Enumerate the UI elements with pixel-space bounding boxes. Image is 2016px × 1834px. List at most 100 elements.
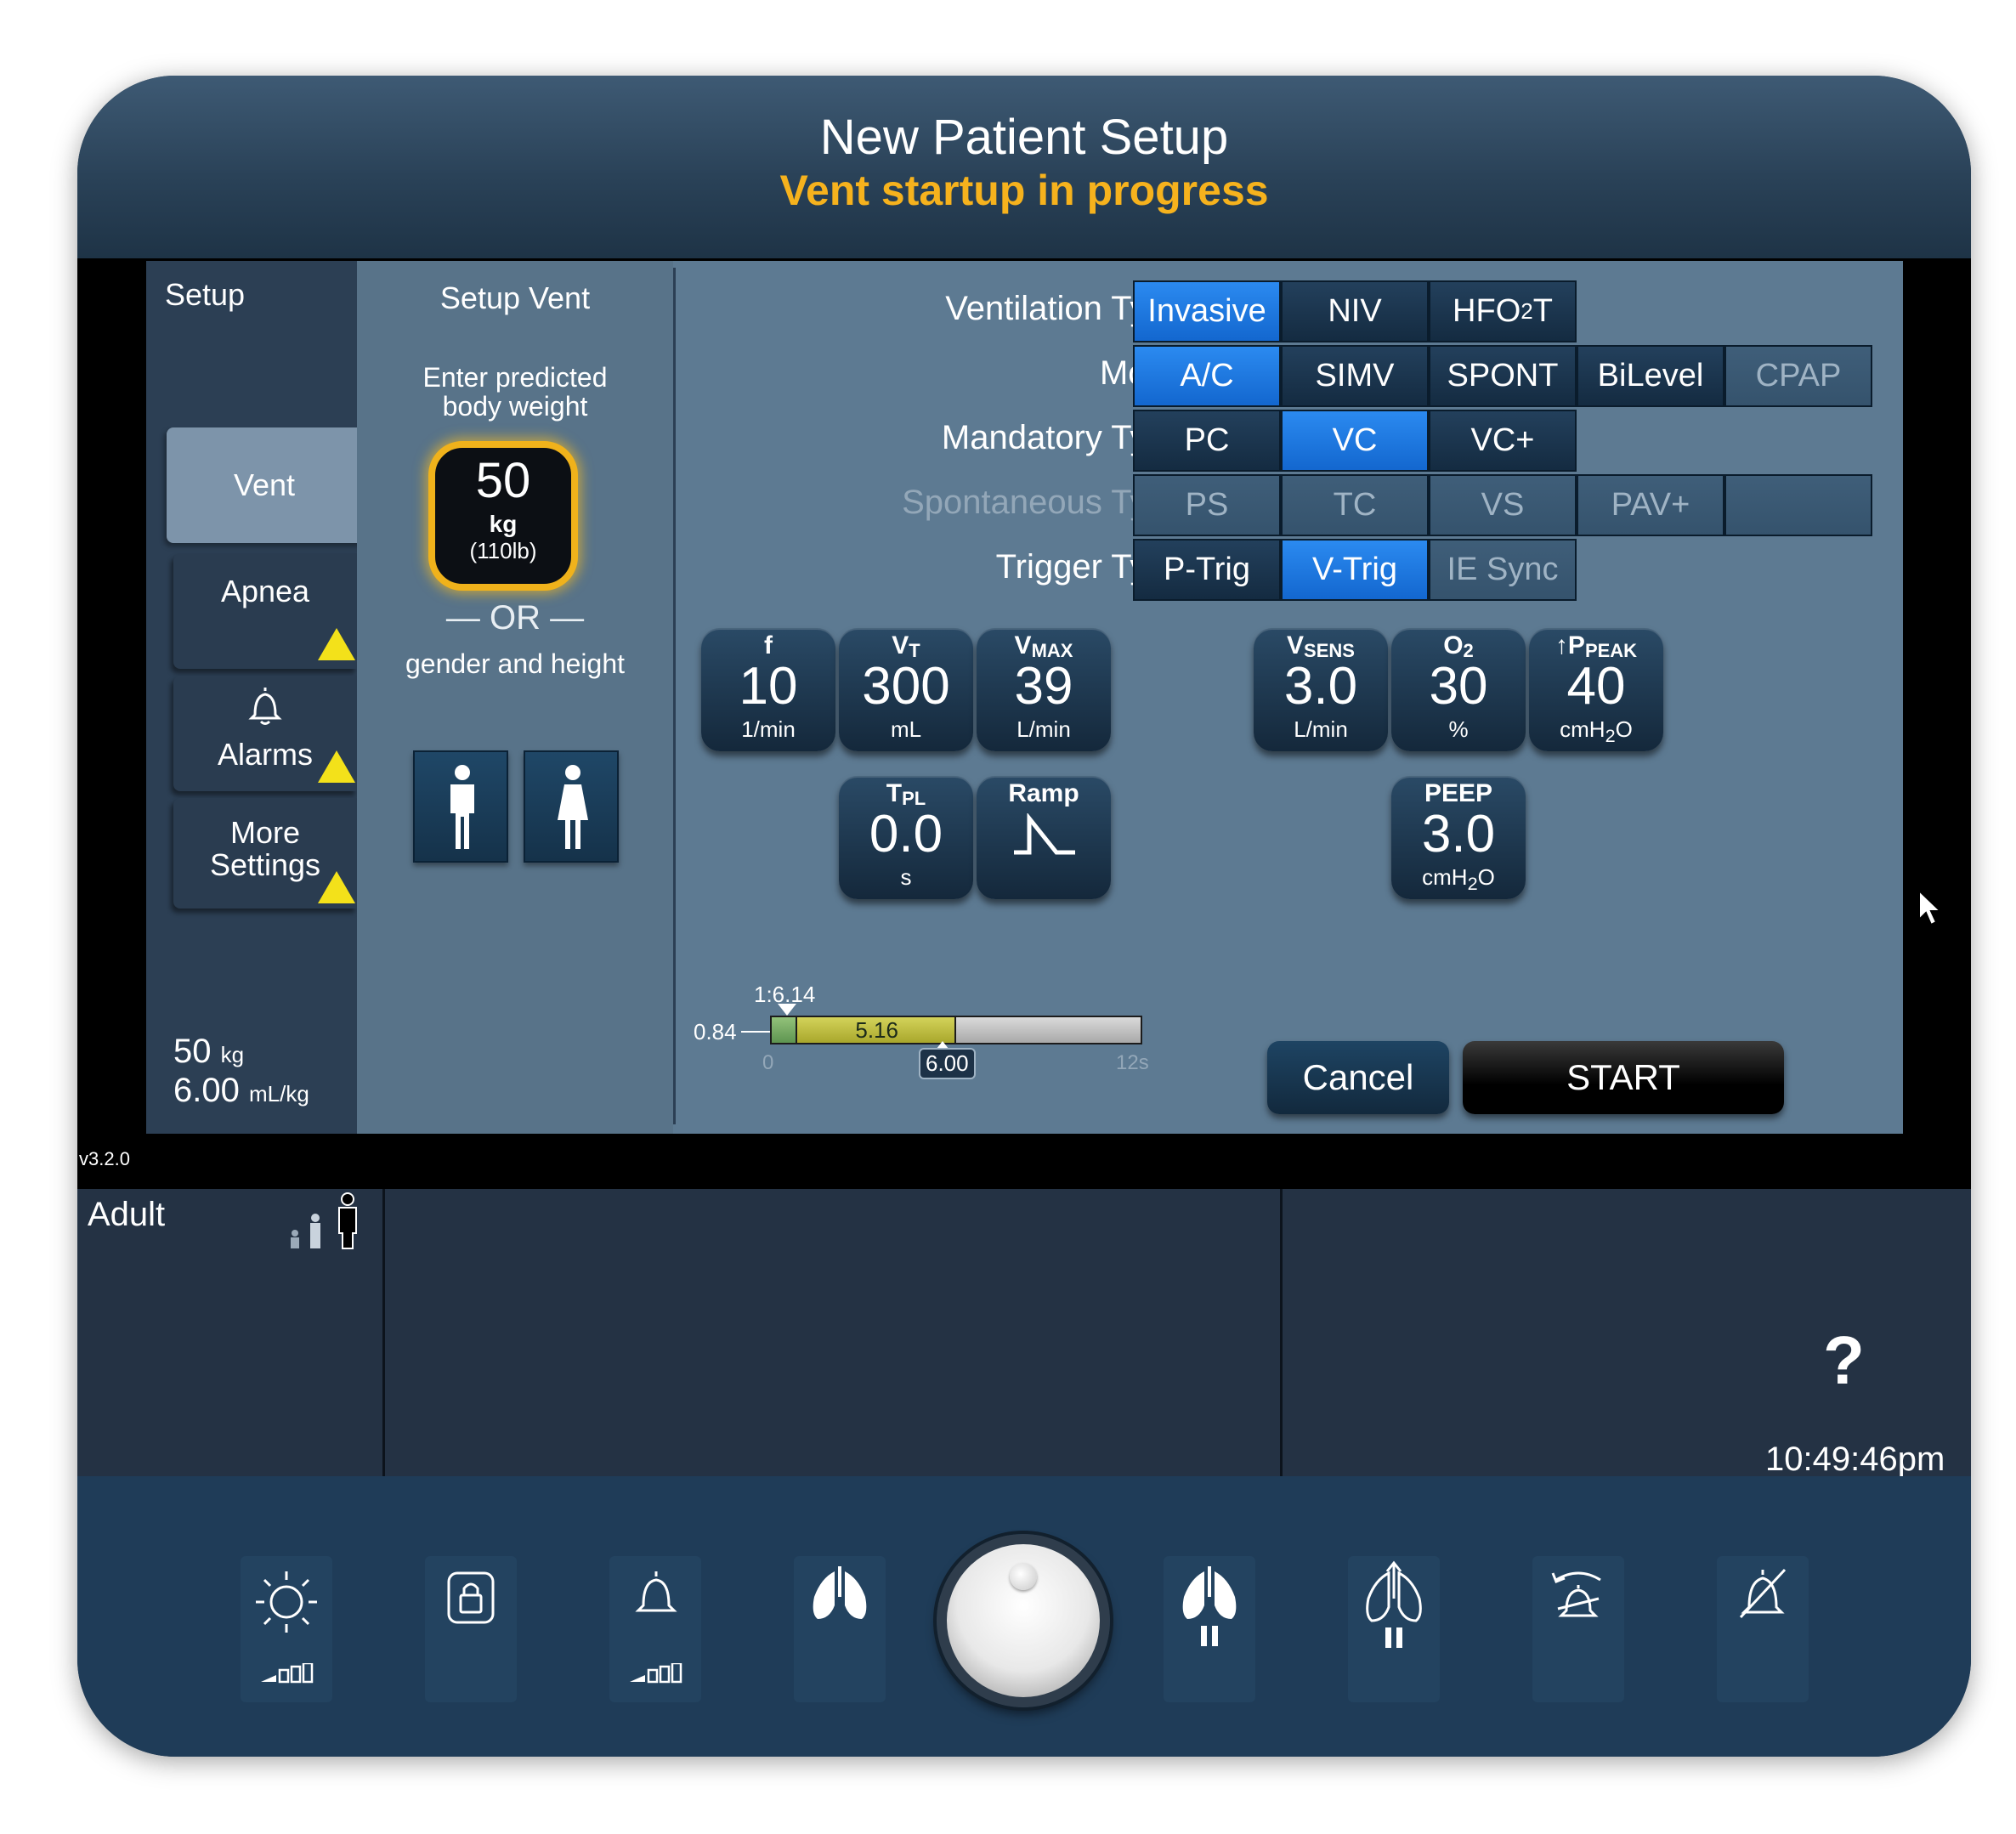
vt-per-kg-value: 6.00 [173,1072,240,1109]
ventilator-frame: New Patient Setup Vent startup in progre… [77,76,1971,1757]
mandatory-vcplus[interactable]: VC+ [1429,410,1577,472]
mandatory-vc[interactable]: VC [1281,410,1429,472]
inspiratory-pause-button[interactable] [1164,1556,1255,1702]
gender-height-label: gender and height [405,648,625,679]
spont-empty [1724,474,1872,536]
setting-o2[interactable]: O2 30 % [1391,628,1526,751]
cancel-button[interactable]: Cancel [1267,1041,1449,1114]
header: New Patient Setup Vent startup in progre… [77,76,1971,258]
vt-per-kg-unit: mL/kg [248,1081,309,1107]
alarm-reset-button[interactable] [1532,1556,1624,1702]
trigger-iesync[interactable]: IE Sync [1429,539,1577,601]
setup-vent-panel: Setup Vent Enter predicted body weight 5… [357,261,673,1134]
mode-cpap[interactable]: CPAP [1724,345,1872,407]
warning-icon [318,750,355,783]
exp-time: 5.16 [855,1017,898,1043]
trigger-vtrig[interactable]: V-Trig [1281,539,1429,601]
setting-f-value: 10 [739,657,798,716]
patient-category-icon [291,1192,357,1249]
pbw-knob[interactable]: 50 kg (110lb) [428,441,578,591]
vent-type-hfo2t[interactable]: HFO 2 T [1429,280,1577,342]
setting-ramp-label: Ramp [1008,779,1079,807]
mandatory-pc[interactable]: PC [1133,410,1281,472]
setting-peep-unit: cmH2O [1422,864,1495,895]
status-subtitle: Vent startup in progress [779,167,1269,214]
setting-tpl-unit: s [900,864,912,890]
female-button[interactable] [524,750,619,863]
brightness-button[interactable] [241,1556,332,1702]
insp-leader-line [741,1031,772,1033]
spont-tc[interactable]: TC [1281,474,1429,536]
ratio-marker-icon [778,1004,796,1016]
mode-bilevel[interactable]: BiLevel [1577,345,1724,407]
tab-apnea[interactable]: Apnea [173,553,357,669]
mode-simv[interactable]: SIMV [1281,345,1429,407]
screen-lock-button[interactable] [425,1556,517,1702]
pbw-prompt: Enter predicted body weight [422,362,608,422]
expiratory-pause-icon [1366,1560,1422,1648]
setting-f-label: f [764,631,773,659]
ie-time-bar: 5.16 [770,1016,1142,1044]
setting-vmax[interactable]: VMAX 39 L/min [977,628,1111,751]
alarm-reset-icon [1551,1571,1601,1617]
status-divider [382,1189,385,1476]
page-title: New Patient Setup [819,110,1229,165]
start-button[interactable]: START [1463,1041,1784,1114]
manual-inspiration-button[interactable] [794,1556,886,1702]
tab-vent-label: Vent [233,467,296,502]
version-label: v3.2.0 [79,1148,130,1169]
setting-vt[interactable]: VT 300 mL [839,628,973,751]
male-button[interactable] [413,750,508,863]
status-divider [1280,1189,1283,1476]
sidebar-title: Setup [165,277,246,312]
spont-vs[interactable]: VS [1429,474,1577,536]
vent-type-niv[interactable]: NIV [1281,280,1429,342]
pbw-unit: kg [220,1042,245,1067]
bell-icon [248,688,282,725]
setting-vsens[interactable]: VSENS 3.0 L/min [1254,628,1388,751]
expiratory-pause-button[interactable] [1348,1556,1440,1702]
spont-ps[interactable]: PS [1133,474,1281,536]
setting-tpl-value: 0.0 [869,805,943,863]
setting-ppeak-unit: cmH2O [1560,716,1633,747]
main-dial[interactable] [937,1534,1110,1707]
mouse-cursor-icon [1918,889,1943,926]
clock: 10:49:46pm [1765,1441,1945,1478]
setting-tpl[interactable]: TPL 0.0 s [839,776,973,899]
vt-per-kg-summary: 6.00 mL/kg [173,1073,309,1107]
panel-divider [673,268,676,1124]
level-bars-icon [261,1663,314,1684]
lungs-icon [813,1566,867,1619]
alarm-silence-button[interactable] [1717,1556,1809,1702]
mode-ac[interactable]: A/C [1133,345,1281,407]
axis-end: 12s [1116,1051,1149,1074]
setting-vmax-value: 39 [1014,657,1073,716]
insp-time: 0.84 [694,1019,737,1044]
setting-peep[interactable]: PEEP 3.0 cmH2O [1391,776,1526,899]
vent-type-invasive[interactable]: Invasive [1133,280,1281,342]
alarm-volume-button[interactable] [609,1556,701,1702]
tab-alarms[interactable]: Alarms [173,676,357,791]
setting-ramp[interactable]: Ramp [977,776,1111,899]
warning-icon [318,628,355,660]
trigger-ptrig[interactable]: P-Trig [1133,539,1281,601]
level-bars-icon [630,1663,682,1684]
setting-f-unit: 1/min [741,716,796,742]
setting-vt-value: 300 [862,657,950,716]
tab-apnea-label: Apnea [220,574,310,609]
patient-category: Adult [88,1196,166,1233]
setting-vsens-unit: L/min [1294,716,1348,742]
or-divider: — OR — [445,599,585,637]
setting-ppeak[interactable]: ↑PPEAK 40 cmH2O [1529,628,1663,751]
setting-f[interactable]: f 10 1/min [701,628,835,751]
help-icon[interactable]: ? [1823,1327,1865,1395]
setup-vent-title: Setup Vent [439,280,591,315]
dial-grip [1010,1563,1037,1590]
mode-spont[interactable]: SPONT [1429,345,1577,407]
spont-pavplus[interactable]: PAV+ [1577,474,1724,536]
tab-vent[interactable]: Vent [167,427,362,543]
setting-peep-label: PEEP [1424,779,1493,807]
tab-more-settings[interactable]: More Settings [173,798,357,909]
setting-vt-unit: mL [890,716,922,742]
alarm-volume-icon [635,1571,677,1612]
